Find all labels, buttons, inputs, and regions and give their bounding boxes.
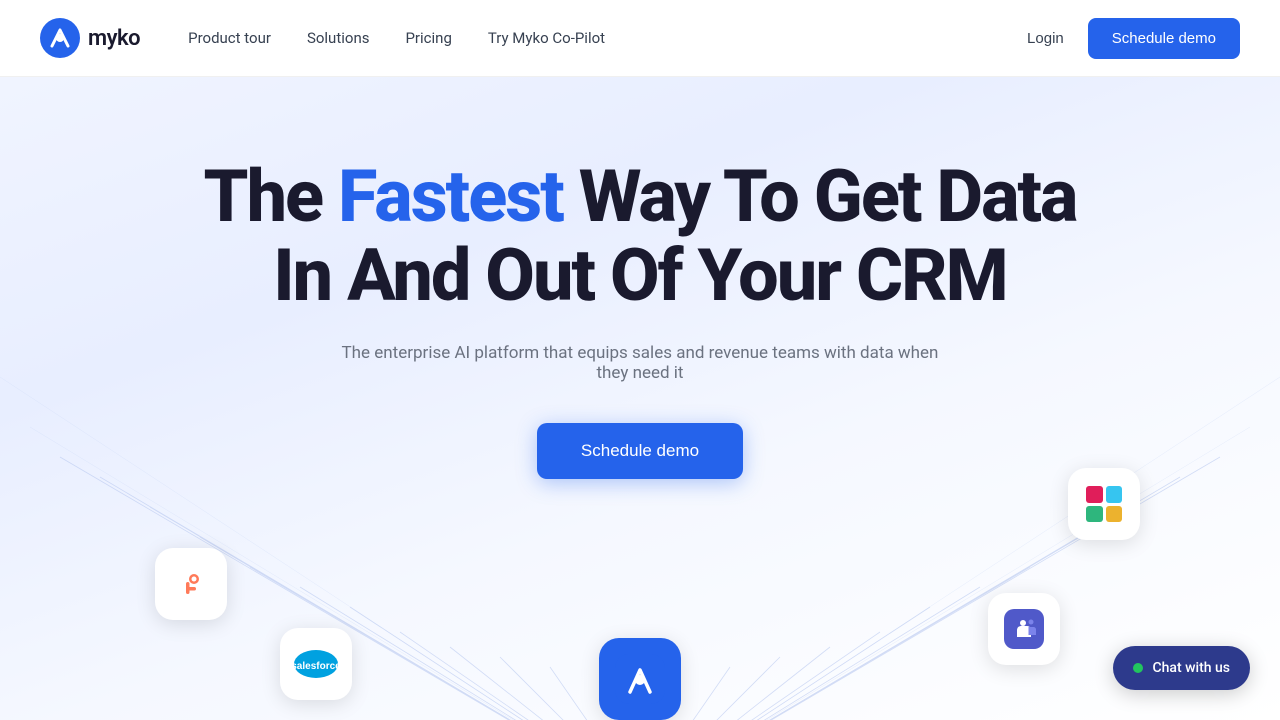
- nav-actions: Login Schedule demo: [1027, 18, 1240, 59]
- nav-pricing[interactable]: Pricing: [405, 29, 451, 47]
- logo-text: myko: [88, 26, 140, 51]
- navbar: myko Product tour Solutions Pricing Try …: [0, 0, 1280, 77]
- myko-center-integration-icon: [599, 638, 681, 720]
- nav-links: Product tour Solutions Pricing Try Myko …: [188, 29, 1027, 47]
- myko-center-logo: [615, 654, 665, 704]
- hero-headline: The Fastest Way To Get Data In And Out O…: [190, 157, 1090, 315]
- headline-part3: In And Out Of Your CRM: [273, 233, 1007, 318]
- chat-status-dot: [1133, 663, 1143, 673]
- headline-accent: Fastest: [338, 154, 563, 239]
- slack-icon-grid: [1086, 486, 1122, 522]
- headline-part1: The: [204, 154, 339, 239]
- hubspot-integration-icon: [155, 548, 227, 620]
- slack-q1: [1086, 486, 1103, 503]
- chat-widget-label: Chat with us: [1153, 660, 1230, 676]
- login-button[interactable]: Login: [1027, 30, 1064, 47]
- nav-copilot[interactable]: Try Myko Co-Pilot: [488, 29, 605, 47]
- myko-logo-icon: [40, 18, 80, 58]
- teams-integration-icon: [988, 593, 1060, 665]
- schedule-demo-hero-button[interactable]: Schedule demo: [537, 423, 743, 479]
- chat-widget[interactable]: Chat with us: [1113, 646, 1250, 690]
- schedule-demo-nav-button[interactable]: Schedule demo: [1088, 18, 1240, 59]
- hero-subtext: The enterprise AI platform that equips s…: [340, 343, 940, 383]
- svg-text:salesforce: salesforce: [291, 661, 341, 672]
- headline-part2: Way To Get Data: [563, 154, 1077, 239]
- slack-integration-icon: [1068, 468, 1140, 540]
- nav-product-tour[interactable]: Product tour: [188, 29, 271, 47]
- slack-q3: [1086, 506, 1103, 523]
- salesforce-integration-icon: salesforce: [280, 628, 352, 700]
- slack-q4: [1106, 506, 1123, 523]
- slack-q2: [1106, 486, 1123, 503]
- nav-solutions[interactable]: Solutions: [307, 29, 370, 47]
- hero-section: The Fastest Way To Get Data In And Out O…: [0, 77, 1280, 720]
- logo-link[interactable]: myko: [40, 18, 140, 58]
- hero-content: The Fastest Way To Get Data In And Out O…: [0, 77, 1280, 479]
